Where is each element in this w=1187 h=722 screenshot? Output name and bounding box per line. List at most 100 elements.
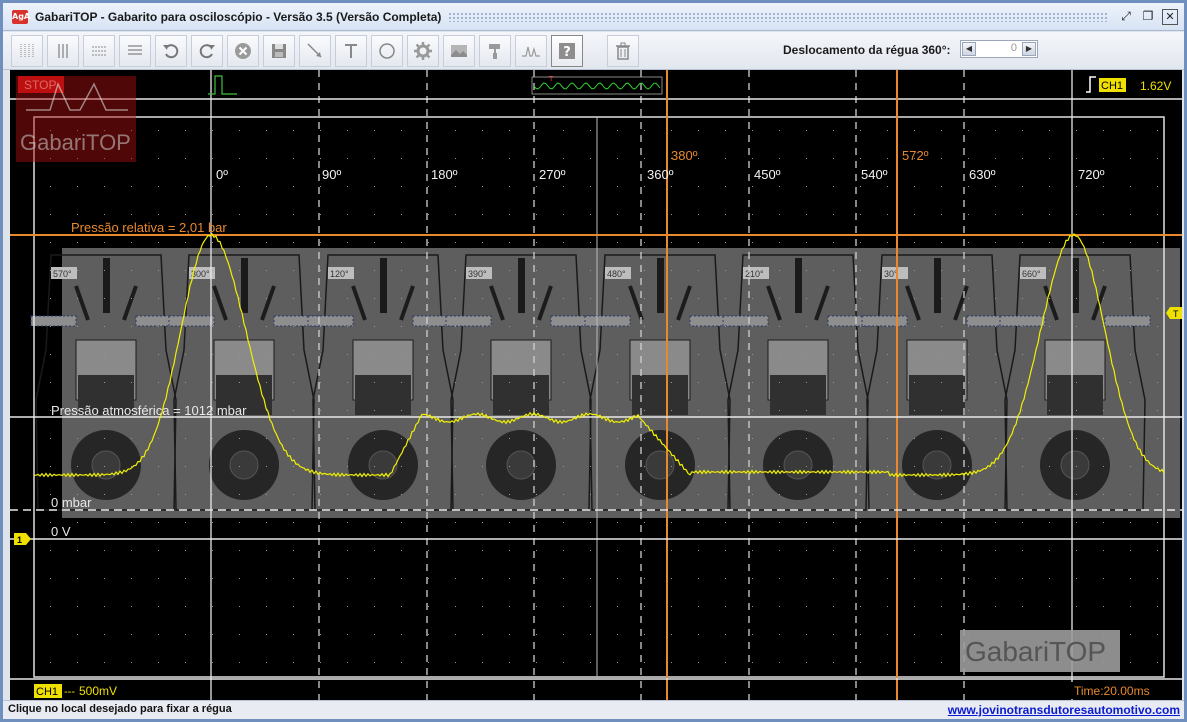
- graticule-dot: [833, 606, 834, 607]
- undo-button[interactable]: [155, 35, 187, 67]
- grid-horizontal-button[interactable]: [119, 35, 151, 67]
- restore-icon[interactable]: ❐: [1140, 9, 1156, 25]
- graticule-dot: [698, 606, 699, 607]
- graticule-dot: [536, 186, 537, 187]
- graticule-dot: [185, 438, 186, 439]
- grid-vertical-button[interactable]: [11, 35, 43, 67]
- graticule-dot: [563, 298, 564, 299]
- graticule-dot: [1022, 522, 1023, 523]
- graticule-dot: [293, 494, 294, 495]
- graticule-dot: [860, 634, 861, 635]
- graticule-dot: [725, 578, 726, 579]
- spinner-increment-button[interactable]: ▶: [1022, 42, 1036, 56]
- graticule-dot: [779, 438, 780, 439]
- graticule-dot: [428, 158, 429, 159]
- graticule-dot: [266, 522, 267, 523]
- graticule-dot: [833, 270, 834, 271]
- graticule-dot: [1103, 298, 1104, 299]
- graticule-dot: [1049, 130, 1050, 131]
- graticule-dot: [536, 214, 537, 215]
- graticule-dot: [617, 158, 618, 159]
- graticule-dot: [347, 494, 348, 495]
- graticule-dot: [455, 438, 456, 439]
- circle-tool-button[interactable]: [371, 35, 403, 67]
- graticule-dot: [833, 522, 834, 523]
- grid-horizontal-dashed-button[interactable]: [83, 35, 115, 67]
- graticule-dot: [860, 242, 861, 243]
- trash-icon: [616, 42, 630, 60]
- help-button[interactable]: ?: [551, 35, 583, 67]
- save-button[interactable]: [263, 35, 295, 67]
- graticule-dot: [239, 578, 240, 579]
- graticule-dot: [644, 158, 645, 159]
- graticule-dot: [320, 410, 321, 411]
- graticule-dot: [158, 522, 159, 523]
- graticule-dot: [833, 158, 834, 159]
- website-link[interactable]: www.jovinotransdutoresautomotivo.com: [948, 703, 1180, 717]
- graticule-dot: [1022, 466, 1023, 467]
- graticule-dot: [131, 326, 132, 327]
- graticule-dot: [428, 298, 429, 299]
- angle-label: 720º: [1078, 167, 1105, 182]
- graticule-dot: [536, 270, 537, 271]
- graticule-dot: [779, 214, 780, 215]
- graticule-dot: [239, 186, 240, 187]
- graticule-dot: [482, 634, 483, 635]
- graticule-dot: [779, 494, 780, 495]
- graticule-dot: [644, 326, 645, 327]
- graticule-dot: [536, 466, 537, 467]
- close-icon[interactable]: ✕: [1162, 9, 1178, 25]
- graticule-dot: [158, 662, 159, 663]
- settings-button[interactable]: [407, 35, 439, 67]
- spinner-decrement-button[interactable]: ◀: [962, 42, 976, 56]
- oscilloscope-display[interactable]: 570° 300° 120° 390° 480° 210° 30° 660° STOP T C…: [10, 70, 1182, 700]
- graticule-dot: [1076, 606, 1077, 607]
- minimize-icon[interactable]: ⤢: [1118, 9, 1134, 25]
- graticule-dot: [320, 214, 321, 215]
- graticule-dot: [779, 550, 780, 551]
- graticule-dot: [644, 550, 645, 551]
- graticule-dot: [239, 494, 240, 495]
- graticule-dot: [266, 186, 267, 187]
- graticule-dot: [1076, 382, 1077, 383]
- graticule-dot: [1076, 326, 1077, 327]
- trash-button[interactable]: [607, 35, 639, 67]
- graticule-dot: [1103, 354, 1104, 355]
- graticule-dot: [455, 550, 456, 551]
- graticule-dot: [941, 186, 942, 187]
- graticule-dot: [1103, 270, 1104, 271]
- graticule-dot: [482, 550, 483, 551]
- waveform-button[interactable]: [515, 35, 547, 67]
- graticule-dot: [428, 326, 429, 327]
- graticule-dot: [995, 578, 996, 579]
- image-button[interactable]: [443, 35, 475, 67]
- graticule-dot: [698, 130, 699, 131]
- graticule-dot: [50, 354, 51, 355]
- ruler-offset-value[interactable]: 0: [1011, 42, 1017, 54]
- graticule-dot: [455, 270, 456, 271]
- graticule-dot: [509, 354, 510, 355]
- scope-canvas[interactable]: 570° 300° 120° 390° 480° 210° 30° 660° STOP T C…: [10, 70, 1182, 700]
- graticule-dot: [590, 494, 591, 495]
- trigger-level: 1.62V: [1140, 79, 1171, 93]
- line-tool-button[interactable]: [299, 35, 331, 67]
- delete-button[interactable]: [227, 35, 259, 67]
- graticule-dot: [455, 522, 456, 523]
- graticule-dot: [131, 382, 132, 383]
- paint-button[interactable]: [479, 35, 511, 67]
- graticule-dot: [1103, 130, 1104, 131]
- ruler-offset-spinner[interactable]: ◀ 0 ▶: [960, 40, 1038, 58]
- grid-vertical-2-button[interactable]: [47, 35, 79, 67]
- graticule-dot: [833, 214, 834, 215]
- graticule-dot: [131, 270, 132, 271]
- graticule-dot: [806, 662, 807, 663]
- graticule-dot: [212, 298, 213, 299]
- text-tool-button[interactable]: [335, 35, 367, 67]
- graticule-dot: [1103, 186, 1104, 187]
- graticule-dot: [752, 550, 753, 551]
- graticule-dot: [455, 354, 456, 355]
- redo-button[interactable]: [191, 35, 223, 67]
- grid-horizontal-dashed-icon: [92, 46, 106, 56]
- graticule-dot: [1157, 354, 1158, 355]
- graticule-dot: [1049, 522, 1050, 523]
